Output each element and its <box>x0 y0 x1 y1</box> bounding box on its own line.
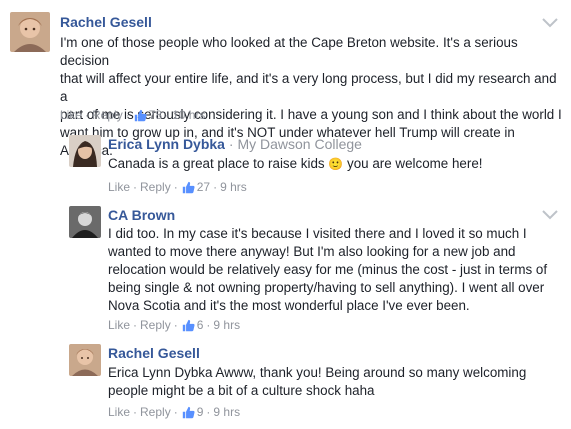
timestamp[interactable]: 9 hrs <box>213 405 240 419</box>
avatar[interactable] <box>10 12 50 52</box>
like-count[interactable]: 9 <box>197 405 204 419</box>
comment-actions: Like · Reply · 9 · 9 hrs <box>108 405 241 419</box>
thumbs-up-icon[interactable] <box>182 319 195 332</box>
like-count[interactable]: 27 <box>197 180 210 194</box>
comment-line: Erica Lynn Dybka Awww, thank you! Being … <box>108 365 527 380</box>
reply-link[interactable]: Reply <box>140 180 171 194</box>
reply-link[interactable]: Reply <box>140 405 171 419</box>
like-count[interactable]: 6 <box>197 318 204 332</box>
smiley-emoji: 🙂 <box>328 157 344 171</box>
comment-text: Erica Lynn Dybka Awww, thank you! Being … <box>108 364 548 400</box>
comment-author[interactable]: Rachel Gesell <box>108 345 200 361</box>
author-name[interactable]: Erica Lynn Dybka <box>108 136 225 152</box>
comment-line: I'm one of those people who looked at th… <box>60 35 518 68</box>
comment-line: I did too. In my case it's because I vis… <box>108 226 527 241</box>
thumbs-up-icon[interactable] <box>182 181 195 194</box>
comment-author[interactable]: Rachel Gesell <box>60 14 152 30</box>
timestamp[interactable]: 10 hrs <box>172 108 205 122</box>
chevron-down-icon[interactable] <box>541 16 559 28</box>
comment-author: Erica Lynn Dybka · My Dawson College <box>108 136 362 152</box>
comment-line: Canada is a great place to raise kids <box>108 156 325 171</box>
comment-line: wanted to move there anyway! But I'm als… <box>108 244 516 259</box>
avatar[interactable] <box>69 135 101 167</box>
comment-line: relocation would be relatively easy for … <box>108 262 548 277</box>
timestamp[interactable]: 9 hrs <box>213 318 240 332</box>
like-link[interactable]: Like <box>60 108 82 122</box>
like-link[interactable]: Like <box>108 318 130 332</box>
reply-link[interactable]: Reply <box>140 318 171 332</box>
thumbs-up-icon[interactable] <box>182 406 195 419</box>
comment-author[interactable]: CA Brown <box>108 207 175 223</box>
like-link[interactable]: Like <box>108 180 130 194</box>
reply-link[interactable]: Reply <box>92 108 123 122</box>
comment-line: Nova Scotia and it's the most wonderful … <box>108 298 470 313</box>
thumbs-up-icon[interactable] <box>134 109 147 122</box>
avatar[interactable] <box>69 344 101 376</box>
author-affiliation[interactable]: My Dawson College <box>237 136 362 152</box>
comment-line: being single & not owning property/havin… <box>108 280 545 295</box>
comment-actions: Like · Reply · 6 · 9 hrs <box>108 318 241 332</box>
comment-text: I did too. In my case it's because I vis… <box>108 225 548 315</box>
comment-actions: Like · Reply · 78 · 10 hrs <box>60 108 206 122</box>
comment-line: you are welcome here! <box>347 156 483 171</box>
avatar[interactable] <box>69 206 101 238</box>
comment-line: that will affect your entire life, and i… <box>60 71 557 104</box>
comment-line: people might be a bit of a culture shock… <box>108 383 375 398</box>
like-count[interactable]: 78 <box>149 108 162 122</box>
timestamp[interactable]: 9 hrs <box>220 180 247 194</box>
like-link[interactable]: Like <box>108 405 130 419</box>
comment-actions: Like · Reply · 27 · 9 hrs <box>108 180 247 194</box>
comment-text: Canada is a great place to raise kids 🙂 … <box>108 155 548 173</box>
chevron-down-icon[interactable] <box>541 208 559 220</box>
